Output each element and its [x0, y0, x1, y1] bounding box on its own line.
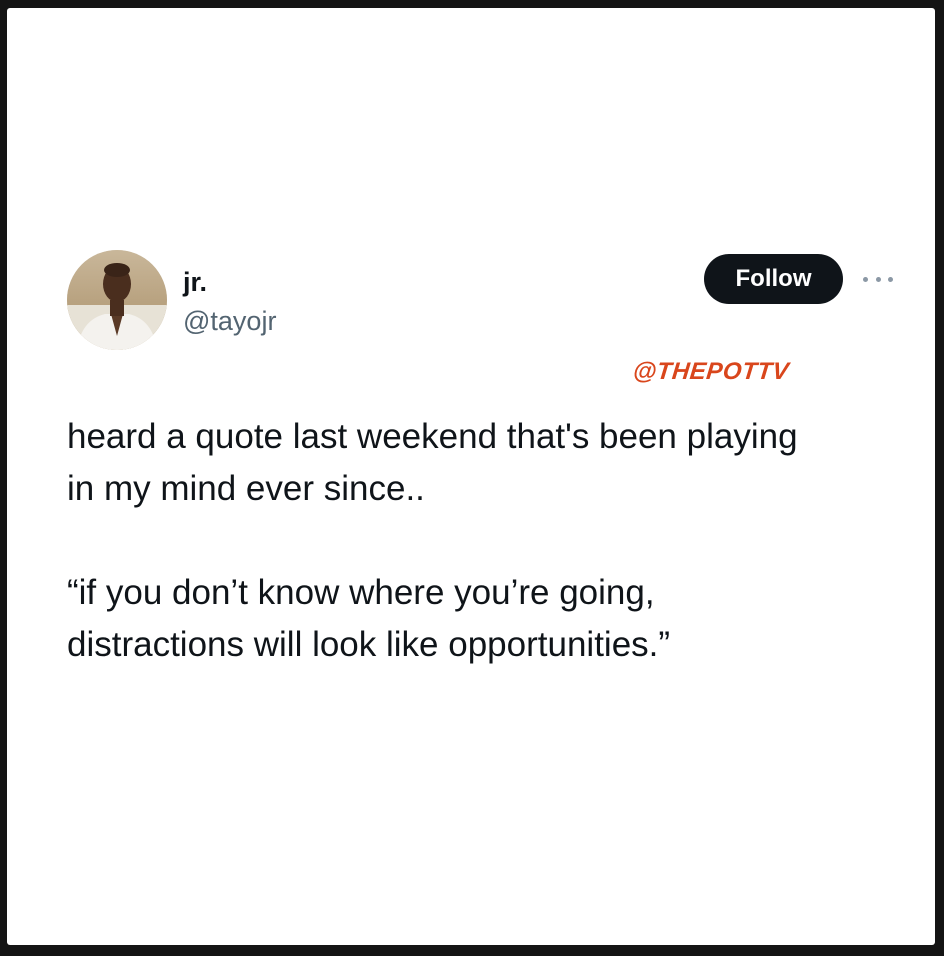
follow-button[interactable]: Follow: [704, 254, 843, 304]
tweet-paragraph: “if you don’t know where you’re going, d…: [67, 573, 671, 664]
profile-photo-icon: [67, 250, 167, 350]
dot: [888, 276, 893, 282]
dot: [863, 276, 868, 282]
watermark: @THEPOTTV: [631, 358, 791, 385]
avatar[interactable]: [67, 250, 167, 350]
dot: [875, 276, 881, 282]
more-horizontal-icon[interactable]: [863, 272, 893, 286]
tweet-text: heard a quote last weekend that's been p…: [67, 411, 907, 671]
tweet-paragraph: heard a quote last weekend that's been p…: [67, 417, 798, 508]
user-handle[interactable]: @tayojr: [183, 306, 276, 336]
display-name[interactable]: jr.: [183, 267, 207, 297]
tweet-card: jr. @tayojr Follow @THEPOTTV heard a quo…: [7, 8, 935, 945]
